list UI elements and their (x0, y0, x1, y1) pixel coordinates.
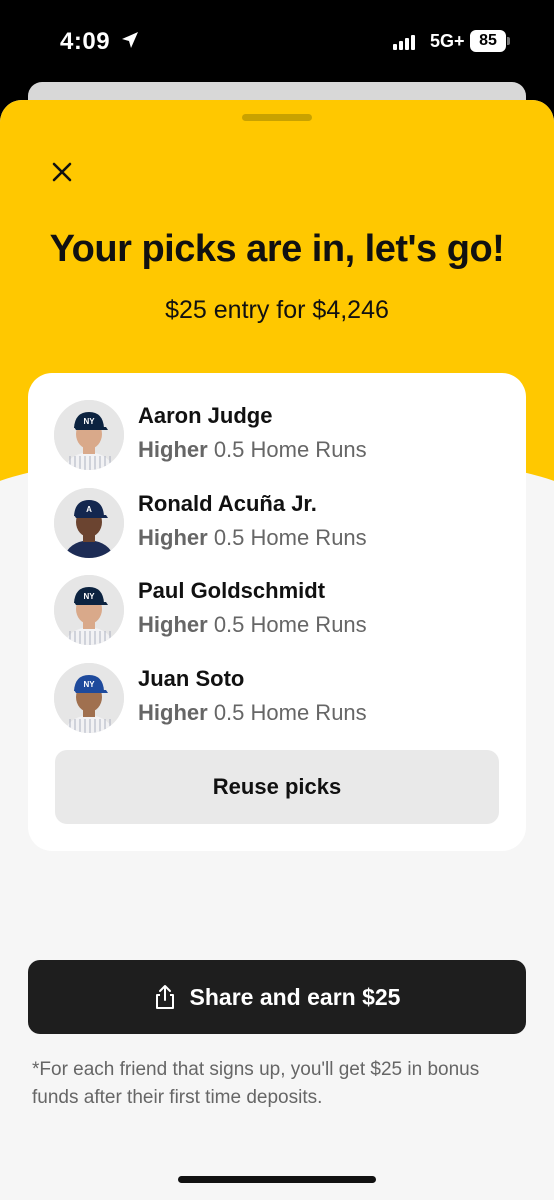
location-arrow-icon (122, 32, 138, 48)
pick-stat-line: 0.5 Home Runs (213, 525, 367, 550)
player-avatar: NY (54, 400, 124, 470)
player-name: Aaron Judge (138, 403, 273, 428)
picks-card: NY Aaron Judge Higher 0.5 Home Runs A Ro… (28, 373, 526, 851)
pick-row: A Ronald Acuña Jr. Higher 0.5 Home Runs (54, 488, 504, 558)
status-time: 4:09 (60, 28, 111, 55)
share-button-label: Share and earn $25 (189, 983, 401, 1010)
share-and-earn-button[interactable]: Share and earn $25 (28, 960, 526, 1034)
entry-summary: $25 entry for $4,246 (165, 296, 389, 324)
pick-projection: Higher 0.5 Home Runs (138, 700, 367, 726)
player-headshot-illustration: NY (54, 575, 124, 645)
pick-stat-line: 0.5 Home Runs (213, 437, 367, 462)
player-name: Paul Goldschmidt (138, 578, 326, 603)
pick-stat-line: 0.5 Home Runs (213, 612, 367, 637)
player-headshot-illustration: NY (54, 663, 124, 733)
pick-row: NY Aaron Judge Higher 0.5 Home Runs (54, 400, 504, 470)
reuse-picks-button[interactable]: Reuse picks (55, 750, 499, 824)
status-bar: 4:09 5G+ 85 (0, 0, 554, 80)
battery-level: 85 (470, 30, 506, 52)
pick-stat-line: 0.5 Home Runs (213, 700, 367, 725)
sheet-grabber[interactable] (242, 114, 312, 121)
battery-cap (507, 37, 510, 45)
player-avatar: A (54, 488, 124, 558)
pick-direction: Higher (138, 700, 208, 725)
network-type: 5G+ (430, 31, 465, 51)
player-name: Ronald Acuña Jr. (138, 491, 317, 516)
player-avatar: NY (54, 575, 124, 645)
cellular-signal-icon (393, 34, 415, 50)
pick-direction: Higher (138, 612, 208, 637)
picks-confirmation-sheet: Your picks are in, let's go! $25 entry f… (0, 100, 554, 1200)
svg-text:NY: NY (83, 417, 95, 426)
pick-row: NY Juan Soto Higher 0.5 Home Runs (54, 663, 504, 733)
pick-direction: Higher (138, 525, 208, 550)
player-headshot-illustration: A (54, 488, 124, 558)
pick-projection: Higher 0.5 Home Runs (138, 612, 367, 638)
close-button[interactable] (42, 152, 82, 192)
player-name: Juan Soto (138, 666, 245, 691)
pick-direction: Higher (138, 437, 208, 462)
svg-text:NY: NY (83, 592, 95, 601)
home-indicator (178, 1176, 376, 1183)
svg-text:A: A (86, 505, 92, 514)
referral-disclaimer: *For each friend that signs up, you'll g… (32, 1059, 480, 1108)
share-icon (155, 985, 174, 1009)
pick-projection: Higher 0.5 Home Runs (138, 525, 367, 551)
svg-text:NY: NY (83, 680, 95, 689)
player-avatar: NY (54, 663, 124, 733)
player-headshot-illustration: NY (54, 400, 124, 470)
pick-projection: Higher 0.5 Home Runs (138, 437, 367, 463)
page-title: Your picks are in, let's go! (49, 228, 505, 270)
close-icon (52, 162, 72, 182)
pick-row: NY Paul Goldschmidt Higher 0.5 Home Runs (54, 575, 504, 645)
